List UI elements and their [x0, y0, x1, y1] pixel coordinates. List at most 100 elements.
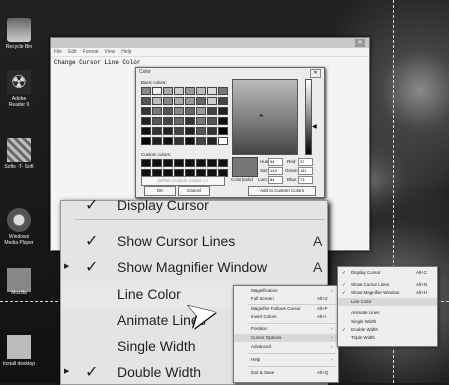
sub-item-display-cursor[interactable]: ✓ Display Cursor Alt+C: [338, 269, 437, 277]
desktop-icon-adobe-reader[interactable]: ☢ Adobe Reader 9: [3, 70, 35, 108]
custom-color-swatch[interactable]: [163, 159, 173, 167]
sub-item-single-width[interactable]: Single Width: [338, 318, 437, 326]
basic-color-swatch[interactable]: [174, 107, 184, 115]
desktop-icon-media-player[interactable]: Windows Media Player: [3, 208, 35, 246]
basic-color-swatch[interactable]: [141, 127, 151, 135]
basic-color-swatch[interactable]: [207, 117, 217, 125]
menu-item-show-cursor-lines[interactable]: ✓ Show Cursor Lines A: [61, 228, 325, 254]
slider-arrow-icon[interactable]: ◀: [312, 123, 317, 130]
blue-field[interactable]: 73: [298, 176, 313, 184]
sub-item-show-cursor-lines[interactable]: ✓ Show Cursor Lines Alt+N: [338, 281, 437, 289]
basic-color-swatch[interactable]: [163, 137, 173, 145]
basic-color-swatch[interactable]: [218, 87, 228, 95]
ctx-item-full-screen[interactable]: Full Screen Alt+Z: [234, 295, 338, 303]
basic-color-swatch[interactable]: [207, 97, 217, 105]
basic-color-swatch[interactable]: [218, 107, 228, 115]
ctx-item-invert-colors[interactable]: Invert Colors Alt+I: [234, 313, 338, 321]
basic-color-swatch[interactable]: [152, 137, 162, 145]
basic-color-swatch[interactable]: [218, 127, 228, 135]
ctx-item-magnification[interactable]: Magnification ›: [234, 287, 338, 295]
basic-color-swatch[interactable]: [196, 107, 206, 115]
basic-color-swatch[interactable]: [185, 97, 195, 105]
menu-item-display-cursor[interactable]: ✓ Display Cursor: [61, 192, 325, 218]
basic-color-swatch[interactable]: [141, 97, 151, 105]
basic-color-swatch[interactable]: [185, 107, 195, 115]
basic-color-swatch[interactable]: [152, 107, 162, 115]
basic-color-swatch[interactable]: [207, 107, 217, 115]
basic-color-swatch[interactable]: [152, 87, 162, 95]
red-field[interactable]: 37: [298, 158, 313, 166]
sub-item-show-magnifier-window[interactable]: ✓ Show Magnifier Window Alt+H: [338, 289, 437, 297]
luminosity-slider[interactable]: [305, 79, 312, 155]
menu-view[interactable]: View: [105, 49, 116, 55]
basic-color-swatch[interactable]: [163, 97, 173, 105]
ctx-item-advanced[interactable]: Advanced ›: [234, 343, 338, 351]
basic-color-swatch[interactable]: [218, 137, 228, 145]
basic-color-swatch[interactable]: [174, 117, 184, 125]
close-icon[interactable]: ✕: [355, 39, 365, 47]
basic-color-swatch[interactable]: [174, 97, 184, 105]
basic-color-swatch[interactable]: [196, 127, 206, 135]
sat-field[interactable]: 143: [268, 167, 283, 175]
menu-file[interactable]: File: [54, 49, 62, 55]
basic-color-swatch[interactable]: [196, 87, 206, 95]
basic-color-swatch[interactable]: [141, 107, 151, 115]
desktop-icon-mozilla[interactable]: Mozilla: [3, 290, 35, 296]
basic-color-swatch[interactable]: [163, 117, 173, 125]
menu-edit[interactable]: Edit: [68, 49, 77, 55]
basic-color-swatch[interactable]: [207, 127, 217, 135]
desktop-icon-install[interactable]: Install desktop: [3, 335, 35, 367]
basic-color-swatch[interactable]: [163, 127, 173, 135]
lum-field[interactable]: 84: [268, 176, 283, 184]
basic-color-swatch[interactable]: [141, 137, 151, 145]
basic-color-swatch[interactable]: [152, 127, 162, 135]
desktop-icon-recycle-bin[interactable]: Recycle Bin: [3, 18, 35, 50]
ctx-item-cursor-options[interactable]: Cursor Options ›: [234, 334, 338, 342]
basic-color-swatch[interactable]: [152, 117, 162, 125]
ctx-item-exit-save[interactable]: Exit & Save Alt+Q: [234, 369, 338, 377]
ctx-item-help[interactable]: Help ›: [234, 356, 338, 364]
custom-color-swatch[interactable]: [152, 159, 162, 167]
basic-color-swatch[interactable]: [174, 87, 184, 95]
basic-color-swatch[interactable]: [185, 127, 195, 135]
basic-color-swatch[interactable]: [163, 87, 173, 95]
basic-color-swatch[interactable]: [163, 107, 173, 115]
close-icon[interactable]: ✕: [310, 69, 321, 78]
sub-item-triple-width[interactable]: Triple Width: [338, 334, 437, 342]
basic-color-swatch[interactable]: [207, 137, 217, 145]
basic-color-swatch[interactable]: [141, 87, 151, 95]
custom-color-swatch[interactable]: [185, 159, 195, 167]
ctx-item-magnifier-follows-cursor[interactable]: Magnifier Follows Cursor Alt+F: [234, 305, 338, 313]
ctx-item-position[interactable]: Position ›: [234, 325, 338, 333]
custom-color-swatch[interactable]: [174, 159, 184, 167]
basic-color-swatch[interactable]: [196, 117, 206, 125]
menu-format[interactable]: Format: [83, 49, 99, 55]
basic-color-swatch[interactable]: [185, 87, 195, 95]
basic-color-swatch[interactable]: [218, 97, 228, 105]
desktop-icon-softs[interactable]: Softs -T- Soft: [3, 138, 35, 170]
basic-color-swatch[interactable]: [174, 127, 184, 135]
custom-color-swatch[interactable]: [218, 159, 228, 167]
custom-color-swatch[interactable]: [141, 159, 151, 167]
basic-color-swatch[interactable]: [141, 117, 151, 125]
basic-color-swatch[interactable]: [174, 137, 184, 145]
menu-help[interactable]: Help: [121, 49, 131, 55]
sub-item-line-color[interactable]: Line Color: [338, 298, 437, 306]
custom-color-swatch[interactable]: [196, 159, 206, 167]
custom-color-swatch[interactable]: [207, 159, 217, 167]
menu-item-show-magnifier-window[interactable]: ▶ ✓ Show Magnifier Window A: [61, 254, 325, 280]
basic-color-swatch[interactable]: [185, 117, 195, 125]
basic-color-swatch[interactable]: [207, 87, 217, 95]
basic-color-swatch[interactable]: [152, 97, 162, 105]
define-custom-colors-button[interactable]: Define Custom Colors >>: [141, 176, 225, 186]
sub-item-double-width[interactable]: ✓ Double Width: [338, 326, 437, 334]
basic-color-swatch[interactable]: [196, 137, 206, 145]
green-field[interactable]: 141: [298, 167, 313, 175]
basic-color-swatch[interactable]: [185, 137, 195, 145]
basic-color-swatch[interactable]: [196, 97, 206, 105]
basic-color-swatch[interactable]: [218, 117, 228, 125]
notepad-titlebar[interactable]: ✕: [51, 38, 369, 48]
color-spectrum[interactable]: ⌖: [232, 79, 298, 155]
sub-item-animate-lines[interactable]: Animate Lines: [338, 309, 437, 317]
hue-field[interactable]: 94: [268, 158, 283, 166]
